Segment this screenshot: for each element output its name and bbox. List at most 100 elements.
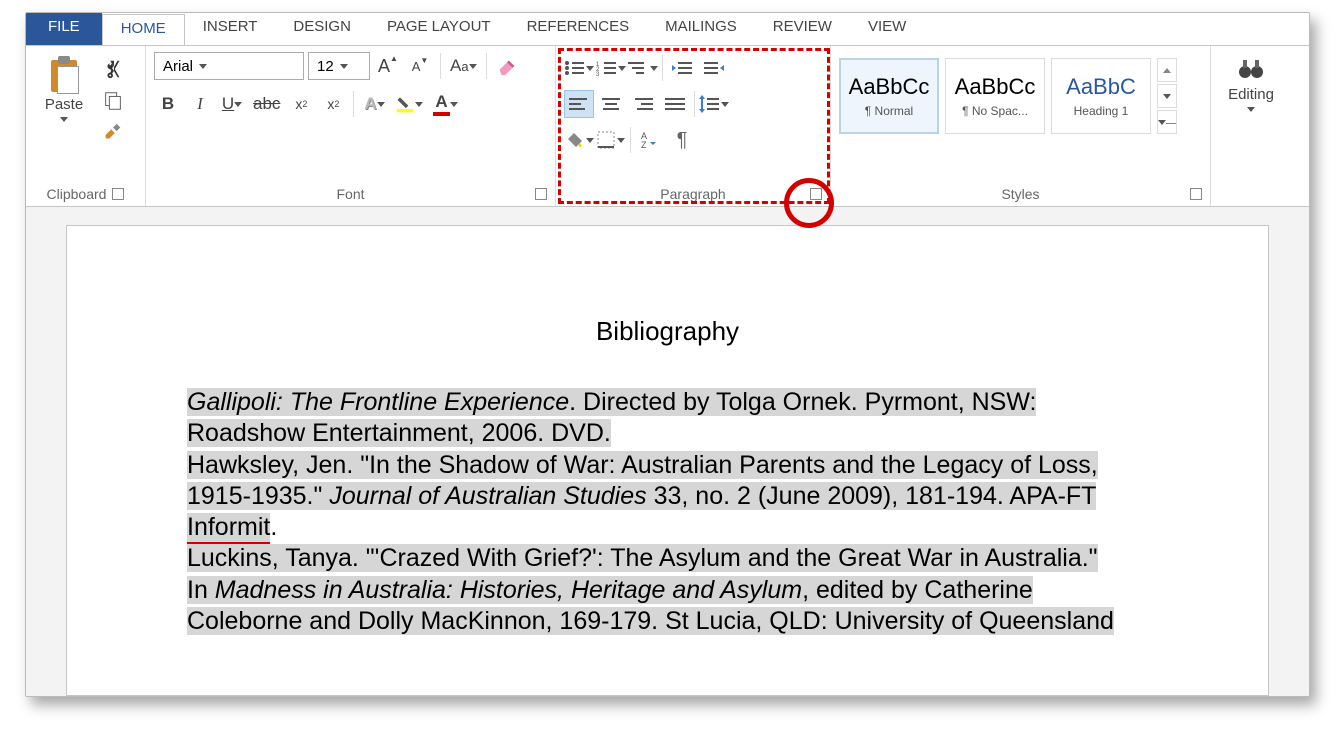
change-case-button[interactable]: Aa	[447, 52, 480, 80]
bucket-icon	[564, 131, 584, 149]
tab-view[interactable]: VIEW	[850, 13, 924, 45]
brush-icon	[102, 122, 124, 144]
e1-italic: Gallipoli: The Frontline Experience	[187, 388, 569, 416]
line-spacing-button[interactable]	[699, 90, 729, 118]
word-window: FILE HOME INSERT DESIGN PAGE LAYOUT REFE…	[25, 12, 1310, 697]
sort-button[interactable]: AZ	[635, 126, 665, 154]
style-no-spacing[interactable]: AaBbCc ¶ No Spac...	[945, 58, 1045, 134]
scissors-icon	[102, 58, 124, 80]
font-size-combo[interactable]: 12	[308, 52, 370, 80]
styles-launcher[interactable]	[1190, 188, 1202, 200]
style-h1-preview: AaBbC	[1066, 74, 1136, 100]
borders-icon	[597, 131, 615, 149]
subscript-button[interactable]: x2	[287, 90, 315, 118]
cut-button[interactable]	[100, 56, 126, 82]
e3-a: Luckins, Tanya. "'Crazed With Grief?': T…	[187, 544, 1098, 572]
grow-font-button[interactable]: A▲	[374, 52, 402, 80]
style-normal[interactable]: AaBbCc ¶ Normal	[839, 58, 939, 134]
eraser-icon	[496, 55, 518, 77]
clear-formatting-button[interactable]	[493, 52, 521, 80]
highlight-button[interactable]	[392, 90, 426, 118]
numbering-icon: 123	[596, 60, 616, 76]
find-button[interactable]	[1237, 58, 1265, 82]
font-color-button[interactable]: A	[430, 90, 460, 118]
increase-indent-button[interactable]	[699, 54, 729, 82]
superscript-button[interactable]: x2	[319, 90, 347, 118]
italic-button[interactable]: I	[186, 90, 214, 118]
document-area: Bibliography Gallipoli: The Frontline Ex…	[26, 207, 1309, 696]
borders-button[interactable]	[596, 126, 626, 154]
numbering-button[interactable]: 123	[596, 54, 626, 82]
line-spacing-icon	[699, 95, 719, 113]
styles-scroll-down[interactable]	[1157, 84, 1177, 108]
align-right-button[interactable]	[628, 90, 658, 118]
fx-A: A	[364, 94, 376, 114]
align-center-icon	[601, 96, 621, 112]
align-left-icon	[569, 96, 589, 112]
font-name-combo[interactable]: Arial	[154, 52, 304, 80]
bibliography-entry-2: Hawksley, Jen. "In the Shadow of War: Au…	[187, 450, 1148, 544]
justify-button[interactable]	[660, 90, 690, 118]
underline-button[interactable]: U	[218, 90, 246, 118]
strikethrough-button[interactable]: abc	[250, 90, 283, 118]
paste-button[interactable]: Paste	[34, 52, 94, 146]
styles-expand[interactable]	[1157, 110, 1177, 134]
align-right-icon	[633, 96, 653, 112]
tab-insert[interactable]: INSERT	[185, 13, 276, 45]
bold-button[interactable]: B	[154, 90, 182, 118]
group-styles: AaBbCc ¶ Normal AaBbCc ¶ No Spac... AaBb…	[831, 46, 1211, 206]
font-launcher[interactable]	[535, 188, 547, 200]
style-heading1[interactable]: AaBbC Heading 1	[1051, 58, 1151, 134]
shrink-font-button[interactable]: A▼	[406, 52, 434, 80]
tab-home[interactable]: HOME	[102, 14, 185, 46]
sort-icon: AZ	[641, 131, 659, 149]
tab-design[interactable]: DESIGN	[275, 13, 369, 45]
indent-icon	[704, 60, 724, 76]
group-font: Arial 12 A▲ A▼ Aa B I	[146, 46, 556, 206]
decrease-indent-button[interactable]	[667, 54, 697, 82]
group-paragraph: 123 AZ	[556, 46, 831, 206]
paragraph-launcher[interactable]	[810, 188, 822, 200]
font-group-label: Font	[336, 186, 364, 202]
outdent-icon	[672, 60, 692, 76]
multilevel-list-button[interactable]	[628, 54, 658, 82]
tab-file[interactable]: FILE	[26, 13, 102, 45]
styles-scroll-up[interactable]	[1157, 58, 1177, 82]
style-normal-preview: AaBbCc	[849, 74, 930, 100]
e3-c: Madness in Australia: Histories, Heritag…	[215, 576, 802, 604]
document-page[interactable]: Bibliography Gallipoli: The Frontline Ex…	[66, 225, 1269, 696]
e2-c: Journal of Australian Studies	[329, 482, 646, 510]
group-editing: Editing	[1211, 46, 1291, 206]
show-marks-button[interactable]: ¶	[667, 126, 697, 154]
bullets-button[interactable]	[564, 54, 594, 82]
bibliography-entry-3: Luckins, Tanya. "'Crazed With Grief?': T…	[187, 543, 1148, 637]
justify-icon	[665, 96, 685, 112]
copy-button[interactable]	[100, 88, 126, 114]
tab-review[interactable]: REVIEW	[755, 13, 850, 45]
svg-text:Z: Z	[641, 140, 647, 149]
clipboard-launcher[interactable]	[112, 188, 124, 200]
format-painter-button[interactable]	[100, 120, 126, 146]
sub-x: x	[295, 96, 302, 112]
editing-label: Editing	[1228, 86, 1274, 103]
tabs: FILE HOME INSERT DESIGN PAGE LAYOUT REFE…	[26, 13, 1309, 45]
e2-b: 1915-1935."	[187, 482, 329, 510]
align-center-button[interactable]	[596, 90, 626, 118]
tab-references[interactable]: REFERENCES	[509, 13, 648, 45]
multilevel-icon	[628, 60, 648, 76]
e2-e: Informit	[187, 513, 270, 544]
e2-a: Hawksley, Jen. "In the Shadow of War: Au…	[187, 451, 1098, 479]
paragraph-group-label: Paragraph	[660, 186, 725, 202]
align-left-button[interactable]	[564, 90, 594, 118]
style-h1-name: Heading 1	[1074, 104, 1129, 118]
copy-icon	[102, 90, 124, 112]
e3-d: , edited by Catherine	[802, 576, 1033, 604]
tab-mailings[interactable]: MAILINGS	[647, 13, 755, 45]
shading-button[interactable]	[564, 126, 594, 154]
e3-e: Coleborne and Dolly MacKinnon, 169-179. …	[187, 607, 1114, 635]
clipboard-group-label: Clipboard	[47, 186, 107, 202]
svg-text:3: 3	[596, 72, 600, 76]
text-effects-button[interactable]: A	[360, 90, 388, 118]
tab-page-layout[interactable]: PAGE LAYOUT	[369, 13, 509, 45]
case-a: a	[461, 59, 468, 74]
